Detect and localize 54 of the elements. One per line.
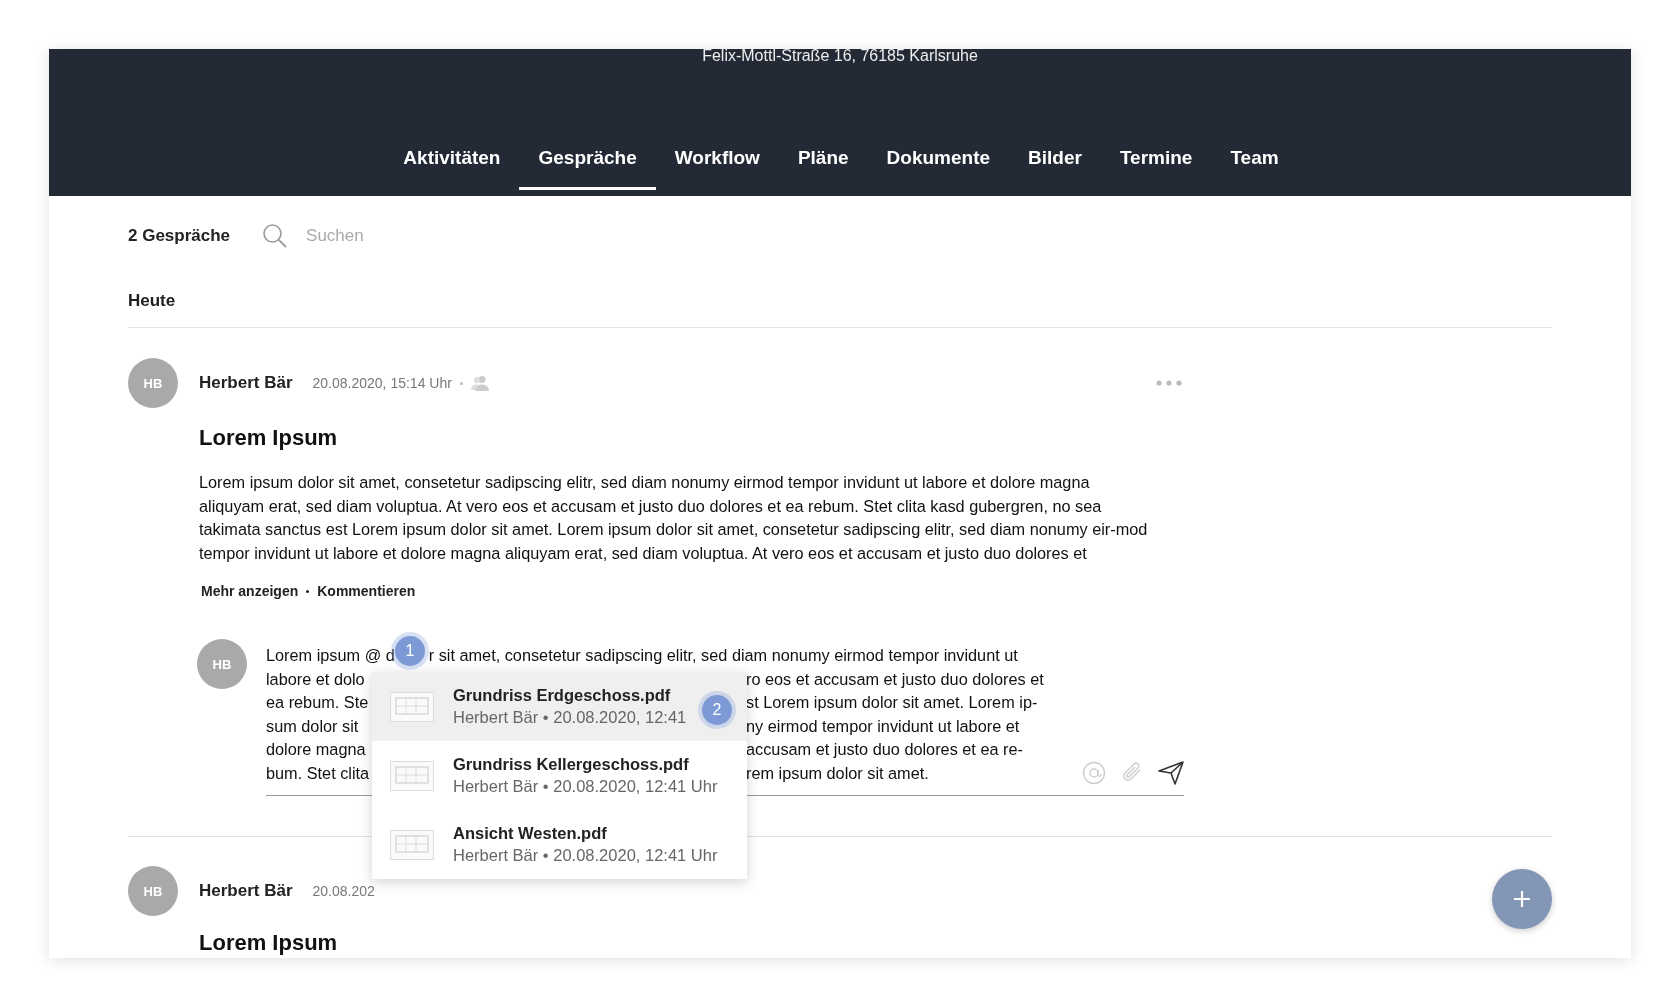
conversation-count: 2 Gespräche <box>128 226 231 246</box>
floor-plan-thumbnail-icon <box>390 760 434 791</box>
nav-tab[interactable]: Termine <box>1100 137 1212 190</box>
nav-tab[interactable]: Aktivitäten <box>384 137 520 190</box>
author-name: Herbert Bär <box>199 373 293 393</box>
post-title: Lorem Ipsum <box>199 930 339 956</box>
file-suggestion[interactable]: Grundriss Kellergeschoss.pdf Herbert Bär • 20.08.2020, 12:41 Uhr <box>372 741 747 810</box>
nav-tab[interactable]: Workflow <box>655 137 779 190</box>
comment-text: rem ipsum dolor sit amet. <box>746 762 929 784</box>
file-name: Ansicht Westen.pdf <box>453 824 608 843</box>
nav-tab[interactable]: Team <box>1211 137 1298 190</box>
search-icon <box>262 223 289 249</box>
step-marker: 1 <box>395 636 425 666</box>
comment-link[interactable]: Kommentieren <box>317 583 416 599</box>
people-icon <box>470 375 489 391</box>
at-sign-icon[interactable] <box>1082 761 1106 785</box>
comment-text: accusam et justo duo dolores et ea re- <box>746 739 1023 760</box>
comment-text: r sit amet, consetetur sadipscing elitr, sed diam nonumy eirmod tempor invidunt ut <box>428 645 1018 666</box>
plus-icon <box>1513 890 1531 908</box>
nav-tab[interactable]: Bilder <box>1009 137 1101 190</box>
author-name: Herbert Bär <box>199 881 293 901</box>
avatar: HB <box>197 639 247 689</box>
post-date: 20.08.2020, 15:14 Uhr <box>312 375 452 391</box>
file-name: Grundriss Erdgeschoss.pdf <box>453 686 672 705</box>
comment-text: ny eirmod tempor invidunt ut labore et <box>746 715 1020 737</box>
section-heading: Heute <box>128 291 177 311</box>
more-options-icon[interactable] <box>1156 380 1182 386</box>
nav-tab[interactable]: Dokumente <box>867 137 1010 190</box>
avatar: HB <box>128 866 178 916</box>
nav-tab[interactable]: Pläne <box>778 137 868 190</box>
comment-text: bum. Stet clita <box>266 763 370 782</box>
send-icon[interactable] <box>1158 761 1184 785</box>
nav-tab[interactable]: Gespräche <box>519 137 656 190</box>
comment-text: ea rebum. Ste <box>266 693 369 711</box>
avatar: HB <box>128 358 178 408</box>
floor-plan-thumbnail-icon <box>390 691 434 722</box>
file-suggestion[interactable]: Ansicht Westen.pdf Herbert Bär • 20.08.2020, 12:41 Uhr <box>372 810 747 879</box>
address: Felix-Mottl-Straße 16, 76185 Karlsruhe <box>702 49 978 65</box>
file-meta: Herbert Bär • 20.08.2020, 12:41 Uhr <box>453 777 718 796</box>
add-button[interactable] <box>1492 869 1552 929</box>
comment-text: sum dolor sit <box>266 716 359 735</box>
floor-plan-thumbnail-icon <box>390 829 434 860</box>
post-title: Lorem Ipsum <box>199 425 339 451</box>
show-more-link[interactable]: Mehr anzeigen <box>201 583 299 599</box>
post-body: Lorem ipsum dolor sit amet, consetetur sadipscing elitr, sed diam nonumy eirmod tempor invidunt ut labore et dolore magna aliquyam erat, sed diam voluptua. At vero eos et accusam et justo duo dolores et ea rebum. Stet clita kasd gubergren, no sea takimata sanctus est Lorem ipsum dolor sit amet. Lorem ipsum dolor sit amet, consetetur sadipscing elitr, sed diam nonumy eir-mod tempor invidunt ut labore et dolore magna aliquyam erat, sed diam voluptua. At vero eos et accusam et justo duo dolores et <box>199 472 1149 564</box>
comment-text: dolore magna <box>266 740 366 758</box>
file-name: Grundriss Kellergeschoss.pdf <box>453 755 690 774</box>
file-meta: Herbert Bär • 20.08.2020, 12:41 Uhr <box>453 846 718 865</box>
comment-text: ro eos et accusam et justo duo dolores et <box>746 668 1044 690</box>
file-meta: Herbert Bär • 20.08.2020, 12:41 <box>453 708 687 727</box>
comment-text: labore et dolo <box>266 669 365 688</box>
post-date: 20.08.202 <box>312 883 375 899</box>
comment-text: Lorem ipsum @ d <box>266 645 395 666</box>
comment-text: st Lorem ipsum dolor sit amet. Lorem ip- <box>746 692 1038 713</box>
